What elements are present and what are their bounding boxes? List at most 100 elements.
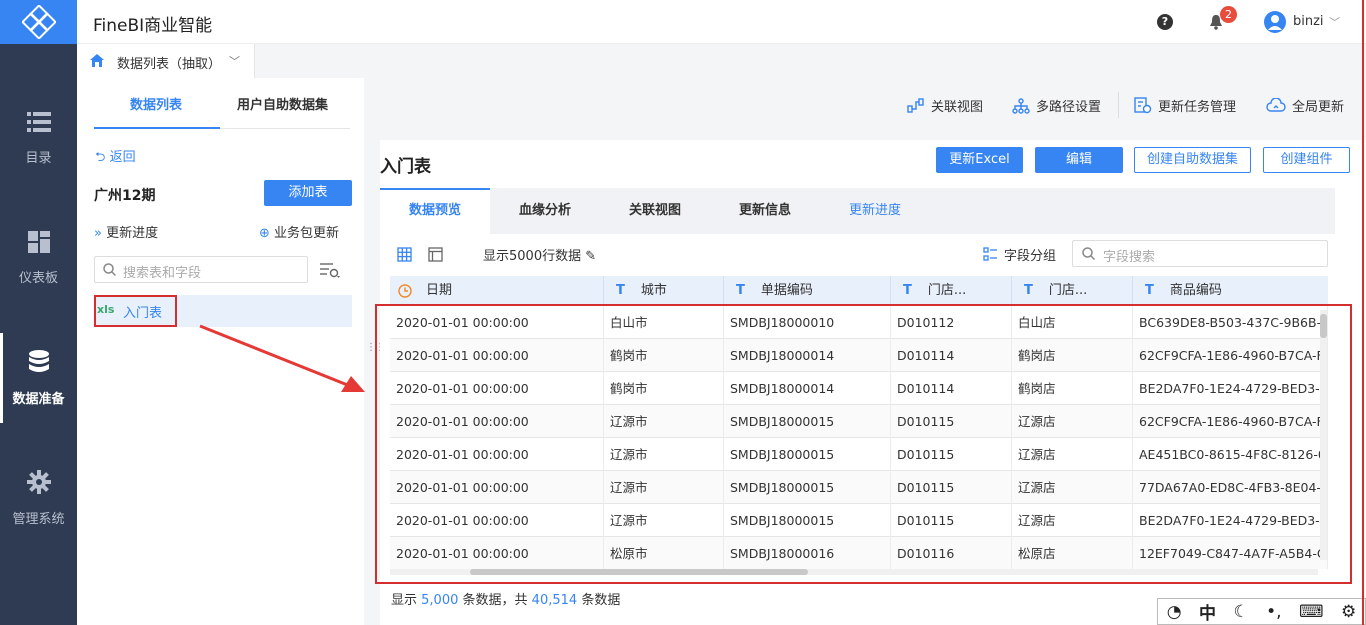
notification-badge: 2: [1220, 6, 1237, 23]
summary-text: 条数据，共: [462, 593, 528, 608]
divider: [1118, 92, 1119, 118]
multipath-action[interactable]: 多路径设置: [1012, 96, 1101, 115]
back-link[interactable]: ⮌ 返回: [95, 146, 136, 170]
rows-shown-control[interactable]: 显示5000行数据 ✎: [483, 245, 596, 264]
global-update-action[interactable]: 全局更新: [1266, 96, 1344, 115]
chevron-down-icon[interactable]: ﹀: [1329, 14, 1340, 30]
column-header[interactable]: T 门店...: [891, 276, 1012, 306]
user-icon: [1268, 15, 1282, 30]
nav-label: 目录: [25, 150, 52, 166]
tab-strip: [255, 44, 1366, 78]
tab-data-preview[interactable]: 数据预览: [380, 188, 490, 234]
search-icon: [103, 263, 116, 276]
tab-data-list[interactable]: 数据列表: [130, 94, 182, 113]
create-dataset-button[interactable]: 创建自助数据集: [1134, 147, 1251, 173]
column-name: 城市: [640, 283, 667, 298]
package-title: 广州12期: [94, 188, 156, 204]
tab-self-service-dataset[interactable]: 用户自助数据集: [237, 94, 328, 113]
summary-text: 条数据: [581, 593, 621, 608]
app-logo[interactable]: [0, 0, 77, 44]
package-update-label: 业务包更新: [274, 226, 340, 241]
shown-count: 5,000: [421, 593, 459, 608]
update-progress-link[interactable]: » 更新进度: [94, 222, 158, 241]
ime-toolbar: ◔ 中 ☾ •, ⌨ ⚙: [1157, 598, 1366, 625]
moon-icon[interactable]: ☾: [1233, 602, 1248, 622]
column-header[interactable]: T 单据编码: [724, 276, 891, 306]
nav-label: 数据准备: [12, 391, 65, 407]
dashboard-icon: [27, 230, 50, 253]
date-field-icon: [398, 284, 412, 298]
database-icon: [28, 349, 49, 372]
column-header[interactable]: T 商品编码: [1133, 276, 1328, 306]
search-placeholder: 搜索表和字段: [123, 266, 202, 281]
logo-icon: [21, 5, 56, 39]
update-progress-label: 更新进度: [106, 226, 159, 241]
highlight-edge: [1362, 0, 1364, 625]
avatar[interactable]: [1264, 11, 1286, 33]
action-label: 多路径设置: [1036, 100, 1102, 115]
tab-relation-view[interactable]: 关联视图: [600, 188, 710, 234]
username[interactable]: binzi: [1293, 14, 1324, 29]
app-title: FineBI商业智能: [93, 16, 213, 36]
ime-language[interactable]: 中: [1199, 599, 1216, 624]
nav-item-data-prep[interactable]: 数据准备: [0, 328, 77, 428]
back-label: 返回: [109, 150, 136, 165]
subject-tab-label: 数据列表（抽取）: [117, 57, 222, 72]
column-header[interactable]: 日期: [390, 276, 604, 306]
tab-lineage[interactable]: 血缘分析: [490, 188, 600, 234]
nav-item-catalog[interactable]: 目录: [0, 88, 77, 188]
column-name: 商品编码: [1169, 283, 1222, 298]
highlight-box: [375, 304, 1352, 584]
filter-sort-icon[interactable]: [319, 261, 341, 279]
annotation-arrow: [199, 324, 365, 392]
action-label: 关联视图: [931, 100, 984, 115]
tab-divider: [220, 128, 350, 129]
package-update-link[interactable]: ⊕ 业务包更新: [259, 222, 339, 241]
gear-icon[interactable]: ⚙: [1341, 602, 1356, 622]
column-name: 单据编码: [760, 283, 813, 298]
add-table-button[interactable]: 添加表: [264, 180, 352, 206]
detail-tabs: 数据预览 血缘分析 关联视图 更新信息 更新进度: [380, 188, 1335, 234]
record-summary: 显示 5,000 条数据，共 40,514 条数据: [391, 589, 620, 608]
column-name: 门店...: [927, 283, 967, 298]
grid-view-icon[interactable]: [397, 247, 412, 262]
create-component-button[interactable]: 创建组件: [1263, 147, 1350, 173]
search-icon: [1082, 247, 1095, 260]
relation-view-action[interactable]: 关联视图: [907, 96, 983, 115]
excel-table-icon: xls: [97, 303, 115, 316]
relation-icon: [907, 97, 924, 113]
chevron-down-icon[interactable]: ﹀: [229, 53, 240, 69]
column-name: 日期: [426, 283, 453, 298]
active-tab-indicator: [94, 127, 220, 129]
summary-text: 显示: [391, 593, 418, 608]
subject-tab[interactable]: 数据列表（抽取） ﹀: [77, 44, 255, 78]
table-name: 入门表: [123, 306, 163, 321]
column-header[interactable]: T 门店...: [1012, 276, 1133, 306]
punctuation-icon[interactable]: •,: [1266, 602, 1281, 622]
layout-view-icon[interactable]: [428, 247, 443, 262]
tab-update-info[interactable]: 更新信息: [710, 188, 820, 234]
keyboard-icon[interactable]: ⌨: [1299, 602, 1324, 622]
back-icon: ⮌: [95, 150, 106, 165]
hierarchy-icon: [1012, 97, 1030, 114]
search-placeholder: 字段搜索: [1103, 250, 1156, 265]
action-label: 更新任务管理: [1158, 100, 1237, 115]
column-header[interactable]: T 城市: [604, 276, 724, 306]
table-title: 入门表: [380, 157, 431, 177]
table-search-input[interactable]: 搜索表和字段: [94, 256, 308, 283]
field-group-icon: [983, 247, 997, 261]
field-search-input[interactable]: 字段搜索: [1072, 240, 1328, 267]
edit-button[interactable]: 编辑: [1035, 147, 1123, 173]
field-group-label: 字段分组: [1004, 249, 1057, 264]
help-icon[interactable]: ?: [1157, 14, 1173, 30]
nav-item-admin[interactable]: 管理系统: [0, 448, 77, 548]
ime-logo-icon[interactable]: ◔: [1167, 602, 1182, 622]
field-group-control[interactable]: 字段分组: [983, 245, 1056, 264]
cloud-refresh-icon: [1266, 97, 1286, 112]
home-icon: [90, 54, 104, 67]
nav-item-dashboard[interactable]: 仪表板: [0, 208, 77, 308]
list-icon: [26, 111, 51, 132]
update-excel-button[interactable]: 更新Excel: [936, 147, 1023, 173]
tab-update-progress[interactable]: 更新进度: [820, 188, 930, 234]
task-management-action[interactable]: 更新任务管理: [1134, 96, 1236, 115]
